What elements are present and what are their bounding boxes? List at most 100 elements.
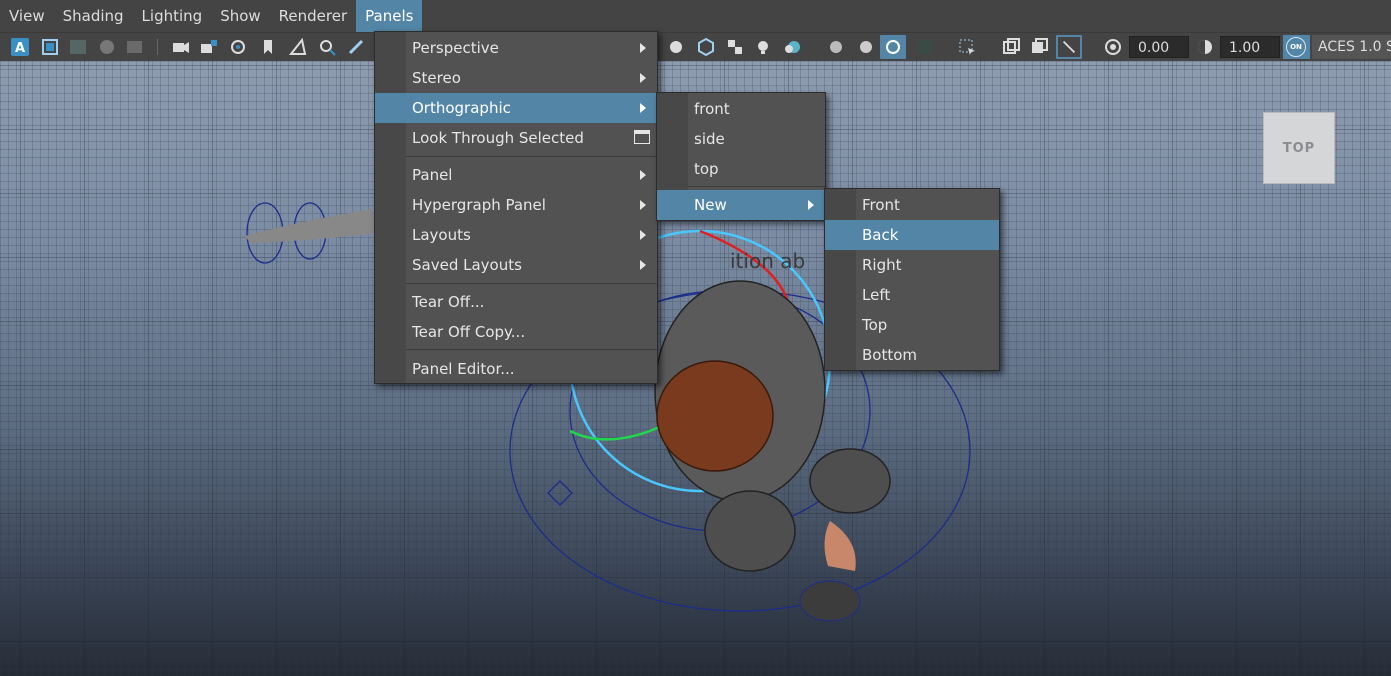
- anti-alias-toggle[interactable]: [880, 35, 906, 59]
- xray-joints-icon[interactable]: [1029, 37, 1049, 57]
- gamma-field[interactable]: 1.00: [1220, 36, 1280, 58]
- submenu-arrow-icon: [640, 103, 646, 113]
- grid-toggle-icon[interactable]: [68, 37, 88, 57]
- xray-components-toggle[interactable]: [1056, 35, 1082, 59]
- 2d-pan-zoom-icon[interactable]: [317, 37, 337, 57]
- menu-view[interactable]: View: [0, 0, 54, 32]
- menu-item-panel-editor[interactable]: Panel Editor...: [375, 354, 657, 384]
- new-camera-submenu: Front Back Right Left Top Bottom: [824, 188, 1000, 371]
- menu-item-new-top[interactable]: Top: [825, 310, 999, 340]
- menu-item-new-right-label: Right: [862, 256, 902, 274]
- color-space-label[interactable]: ACES 1.0 S: [1312, 35, 1391, 59]
- menu-item-panel[interactable]: Panel: [375, 160, 657, 190]
- menu-lighting[interactable]: Lighting: [133, 0, 212, 32]
- cube-icon[interactable]: [696, 37, 716, 57]
- menu-item-perspective[interactable]: Perspective: [375, 33, 657, 63]
- menu-item-stereo-label: Stereo: [412, 69, 461, 87]
- anti-alias-icon: [886, 40, 900, 54]
- color-management-toggle[interactable]: ON: [1283, 35, 1310, 59]
- bookmark-icon[interactable]: [258, 37, 278, 57]
- menu-separator: [688, 186, 825, 187]
- light-bulb-icon[interactable]: [753, 37, 773, 57]
- depth-of-field-icon[interactable]: [915, 37, 935, 57]
- menu-item-tear-off-copy[interactable]: Tear Off Copy...: [375, 317, 657, 347]
- menu-item-saved-layouts[interactable]: Saved Layouts: [375, 250, 657, 280]
- menu-item-new-top-label: Top: [862, 316, 888, 334]
- orthographic-submenu: front side top New: [656, 92, 826, 221]
- menu-item-side-camera-label: side: [694, 130, 725, 148]
- menu-item-panel-editor-label: Panel Editor...: [412, 360, 515, 378]
- option-box-icon[interactable]: [634, 130, 650, 144]
- menu-item-layouts[interactable]: Layouts: [375, 220, 657, 250]
- submenu-arrow-icon: [640, 73, 646, 83]
- svg-text:A: A: [15, 41, 25, 56]
- panels-menu: Perspective Stereo Orthographic Look Thr…: [374, 31, 658, 384]
- menu-item-hypergraph-panel[interactable]: Hypergraph Panel: [375, 190, 657, 220]
- xray-components-icon: [1062, 40, 1076, 54]
- menu-item-new[interactable]: New: [657, 190, 825, 220]
- menu-item-perspective-label: Perspective: [412, 39, 499, 57]
- menu-item-hypergraph-panel-label: Hypergraph Panel: [412, 196, 546, 214]
- shadows-icon[interactable]: [782, 37, 802, 57]
- menu-item-new-left[interactable]: Left: [825, 280, 999, 310]
- gamma-icon[interactable]: [1195, 37, 1215, 57]
- menu-item-new-bottom[interactable]: Bottom: [825, 340, 999, 370]
- select-camera-icon[interactable]: A: [10, 37, 30, 57]
- camera-lock-icon[interactable]: [199, 37, 219, 57]
- menu-item-panel-label: Panel: [412, 166, 453, 184]
- submenu-arrow-icon: [640, 260, 646, 270]
- menu-item-orthographic-label: Orthographic: [412, 99, 511, 117]
- menu-item-new-back-label: Back: [862, 226, 899, 244]
- menu-separator: [406, 283, 657, 284]
- menu-item-new-back[interactable]: Back: [825, 220, 999, 250]
- toolbar-divider: [157, 39, 158, 55]
- menu-item-side-camera[interactable]: side: [657, 124, 825, 154]
- menu-item-new-bottom-label: Bottom: [862, 346, 918, 364]
- menu-separator: [406, 349, 657, 350]
- checker-icon[interactable]: [725, 37, 745, 57]
- menu-item-new-front-label: Front: [862, 196, 900, 214]
- menu-item-top-camera[interactable]: top: [657, 154, 825, 184]
- viewport-toolbar: A 0.00 1.00 ON ACES 1.0 S: [0, 32, 1391, 61]
- submenu-arrow-icon: [640, 170, 646, 180]
- ambient-occlusion-icon[interactable]: [826, 37, 846, 57]
- scene-text: ition ab: [730, 249, 805, 273]
- menu-shading[interactable]: Shading: [54, 0, 133, 32]
- textured-icon[interactable]: [125, 37, 145, 57]
- exposure-field[interactable]: 0.00: [1129, 36, 1189, 58]
- exposure-icon[interactable]: [1103, 37, 1123, 57]
- submenu-arrow-icon: [640, 200, 646, 210]
- isolate-select-icon[interactable]: [957, 37, 977, 57]
- menu-separator: [406, 156, 657, 157]
- camera-attributes-icon[interactable]: [228, 37, 248, 57]
- menu-item-top-camera-label: top: [694, 160, 719, 178]
- menu-item-tear-off-copy-label: Tear Off Copy...: [412, 323, 526, 341]
- grease-pencil-icon[interactable]: [346, 37, 366, 57]
- menu-item-new-label: New: [694, 196, 727, 214]
- view-cube[interactable]: TOP: [1263, 112, 1335, 184]
- motion-blur-icon[interactable]: [855, 37, 875, 57]
- menu-item-front-camera[interactable]: front: [657, 94, 825, 124]
- submenu-arrow-icon: [640, 43, 646, 53]
- xray-icon[interactable]: [1001, 37, 1021, 57]
- menu-item-saved-layouts-label: Saved Layouts: [412, 256, 522, 274]
- menu-item-tear-off[interactable]: Tear Off...: [375, 287, 657, 317]
- image-plane-icon[interactable]: [288, 37, 308, 57]
- menu-renderer[interactable]: Renderer: [270, 0, 356, 32]
- menu-item-new-left-label: Left: [862, 286, 891, 304]
- submenu-arrow-icon: [808, 200, 814, 210]
- menu-item-orthographic[interactable]: Orthographic: [375, 93, 657, 123]
- lighting-icon[interactable]: [666, 37, 686, 57]
- menu-item-layouts-label: Layouts: [412, 226, 471, 244]
- menu-item-stereo[interactable]: Stereo: [375, 63, 657, 93]
- menu-show[interactable]: Show: [211, 0, 269, 32]
- menu-item-front-camera-label: front: [694, 100, 730, 118]
- menu-item-new-right[interactable]: Right: [825, 250, 999, 280]
- frame-icon[interactable]: [40, 37, 60, 57]
- menu-item-look-through-selected-label: Look Through Selected: [412, 129, 584, 147]
- camera-icon[interactable]: [171, 37, 191, 57]
- menu-item-new-front[interactable]: Front: [825, 190, 999, 220]
- shaded-sphere-icon[interactable]: [97, 37, 117, 57]
- menu-item-look-through-selected[interactable]: Look Through Selected: [375, 123, 657, 153]
- menu-panels[interactable]: Panels: [356, 0, 423, 32]
